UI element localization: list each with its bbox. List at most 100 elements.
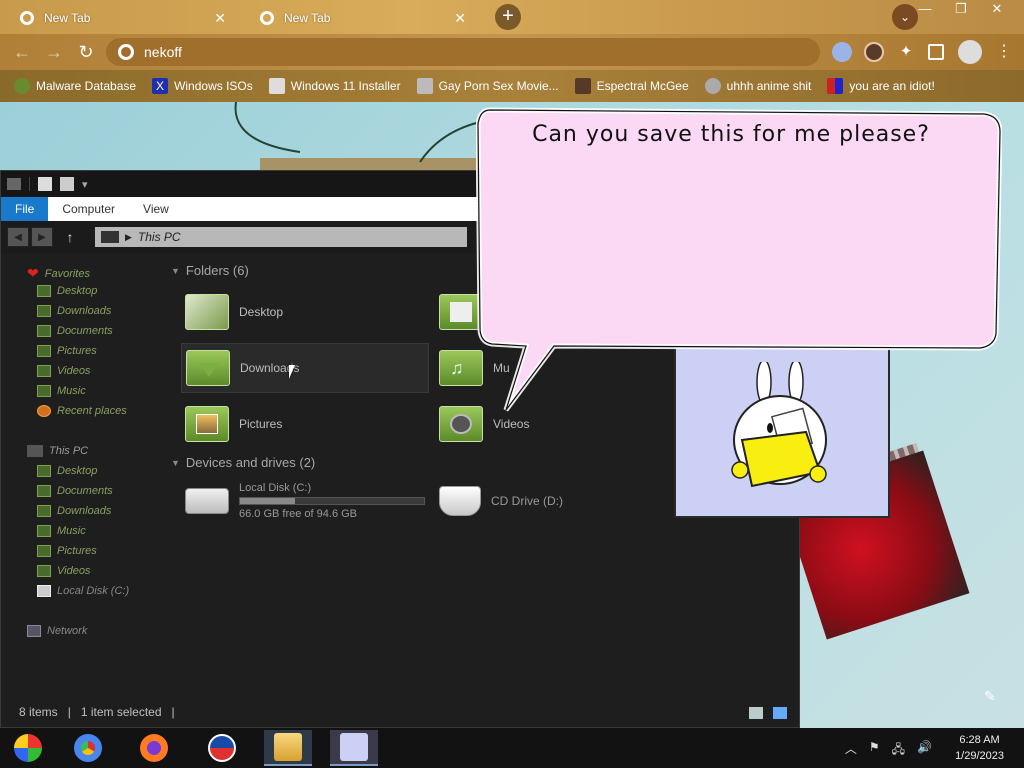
ribbon-tab-file[interactable]: File: [1, 197, 49, 221]
close-icon[interactable]: ✕: [454, 10, 466, 27]
new-tab-button[interactable]: +: [495, 4, 521, 30]
start-button[interactable]: [4, 730, 52, 766]
pictures-folder-icon: [185, 406, 229, 442]
sidebar-item-recent-places[interactable]: Recent places: [37, 405, 127, 417]
chevron-down-icon[interactable]: ▾: [82, 178, 88, 191]
x-favicon-icon: X: [152, 78, 169, 94]
sidebar-item-pc-videos[interactable]: Videos: [37, 565, 90, 577]
taskbar-bunny-app[interactable]: [330, 730, 378, 766]
forward-arrow-icon[interactable]: →: [42, 40, 66, 64]
clock[interactable]: 6:28 AM 1/29/2023: [955, 732, 1004, 764]
bookmark-item[interactable]: uhhh anime shit: [704, 78, 811, 94]
sidebar-item-favorites[interactable]: ❤ Favorites: [27, 265, 90, 282]
folder-icon: [37, 345, 51, 357]
pencil-icon[interactable]: ✎: [984, 688, 996, 705]
folders-group-header[interactable]: ▼ Folders (6): [171, 263, 249, 278]
window-controls: — ❐ ✕: [912, 0, 1010, 18]
bookmarks-bar: Malware Database X Windows ISOs Windows 1…: [0, 70, 1024, 102]
network-icon[interactable]: 🖧: [892, 740, 905, 761]
cube-favicon-icon: [416, 78, 433, 94]
bookmark-item[interactable]: Espectral McGee: [574, 78, 689, 94]
bookmark-item[interactable]: X Windows ISOs: [152, 78, 253, 94]
folder-icon: [37, 325, 51, 337]
folder-tile-pictures[interactable]: Pictures: [181, 399, 429, 449]
close-window-icon[interactable]: ✕: [984, 0, 1010, 18]
desktop-icon: [37, 285, 51, 297]
folder-icon: [37, 545, 51, 557]
divider: |: [67, 705, 71, 719]
drive-tile-cd[interactable]: CD Drive (D:): [435, 479, 683, 523]
sidebar-item-music[interactable]: Music: [37, 385, 86, 397]
tiles-view-icon[interactable]: [773, 707, 787, 719]
clock-icon: [37, 405, 51, 417]
address-field[interactable]: ▶ This PC: [95, 227, 467, 247]
folder-tile-desktop[interactable]: Desktop: [181, 287, 429, 337]
sidebar-item-pc-documents[interactable]: Documents: [37, 485, 113, 497]
profile-avatar-icon[interactable]: [958, 40, 982, 64]
extension-icon[interactable]: [832, 42, 852, 62]
sidebar-item-this-pc[interactable]: This PC: [27, 445, 88, 457]
puzzle-icon[interactable]: ✦: [896, 42, 916, 62]
sidebar-item-network[interactable]: Network: [27, 625, 87, 637]
sidebar-item-pc-downloads[interactable]: Downloads: [37, 505, 111, 517]
sidebar-item-videos[interactable]: Videos: [37, 365, 90, 377]
folder-tile-downloads[interactable]: Downloads: [181, 343, 429, 393]
bookmark-favicon-icon: [14, 78, 30, 94]
browser-tabstrip: New Tab ✕ New Tab ✕ + ⌄ — ❐ ✕: [0, 0, 1024, 34]
firefox-icon: [140, 734, 168, 762]
flag-favicon-icon: [827, 78, 844, 94]
sidebar-item-local-disk[interactable]: Local Disk (C:): [37, 585, 129, 597]
restore-icon[interactable]: ❐: [948, 0, 974, 18]
ribbon-tab-computer[interactable]: Computer: [48, 197, 129, 221]
omnibox-value: nekoff: [144, 44, 182, 60]
side-panel-icon[interactable]: [928, 44, 944, 60]
hard-drive-icon: [185, 488, 229, 514]
taskbar-chrome[interactable]: [64, 730, 112, 766]
clock-date: 1/29/2023: [955, 750, 1004, 762]
ribbon-tab-view[interactable]: View: [129, 197, 183, 221]
up-arrow-icon[interactable]: ↑: [55, 229, 85, 245]
back-button[interactable]: ◀: [7, 227, 29, 247]
speaker-icon[interactable]: 🔊: [917, 740, 932, 761]
menu-kebab-icon[interactable]: ⋮: [996, 42, 1016, 62]
properties-icon[interactable]: [38, 177, 52, 191]
tab-title: New Tab: [284, 11, 331, 25]
taskbar-file-explorer[interactable]: [264, 730, 312, 766]
bookmark-item[interactable]: Gay Porn Sex Movie...: [416, 78, 559, 94]
browser-tab-1[interactable]: New Tab ✕: [0, 4, 236, 32]
close-icon[interactable]: ✕: [214, 10, 226, 27]
folder-icon: [37, 485, 51, 497]
new-folder-icon[interactable]: [60, 177, 74, 191]
divider: [29, 177, 30, 191]
folder-icon: [37, 505, 51, 517]
omnibox[interactable]: nekoff: [106, 38, 820, 66]
bookmark-item[interactable]: Windows 11 Installer: [268, 78, 401, 94]
back-arrow-icon[interactable]: ←: [10, 40, 34, 64]
minimize-icon[interactable]: —: [912, 0, 938, 18]
browser-tab-2[interactable]: New Tab ✕: [240, 4, 476, 32]
page-favicon-icon: [268, 78, 285, 94]
item-count: 8 items: [19, 705, 58, 719]
sidebar-item-pc-desktop[interactable]: Desktop: [37, 465, 97, 477]
drives-group-header[interactable]: ▼ Devices and drives (2): [171, 455, 315, 470]
bunny-icon: [340, 733, 368, 761]
drive-tile-local-disk[interactable]: Local Disk (C:) 66.0 GB free of 94.6 GB: [181, 479, 429, 523]
forward-button[interactable]: ▶: [31, 227, 53, 247]
reload-icon[interactable]: ↻: [74, 40, 98, 64]
sidebar-item-pc-pictures[interactable]: Pictures: [37, 545, 97, 557]
taskbar-firefox[interactable]: [130, 730, 178, 766]
sidebar-item-desktop[interactable]: Desktop: [37, 285, 97, 297]
chevron-up-icon[interactable]: ︿: [845, 740, 857, 761]
sidebar-item-pictures[interactable]: Pictures: [37, 345, 97, 357]
sidebar-item-pc-music[interactable]: Music: [37, 525, 86, 537]
sidebar-item-documents[interactable]: Documents: [37, 325, 113, 337]
sidebar-item-downloads[interactable]: Downloads: [37, 305, 111, 317]
bookmark-item[interactable]: you are an idiot!: [827, 78, 935, 94]
taskbar-app[interactable]: [198, 730, 246, 766]
taskbar: ︿ ⚑ 🖧 🔊 6:28 AM 1/29/2023: [0, 728, 1024, 768]
extension-avatar-icon[interactable]: [864, 42, 884, 62]
flag-icon[interactable]: ⚑: [869, 740, 880, 761]
bookmark-item[interactable]: Malware Database: [14, 78, 136, 94]
chrome-icon: [260, 11, 274, 25]
details-view-icon[interactable]: [749, 707, 763, 719]
